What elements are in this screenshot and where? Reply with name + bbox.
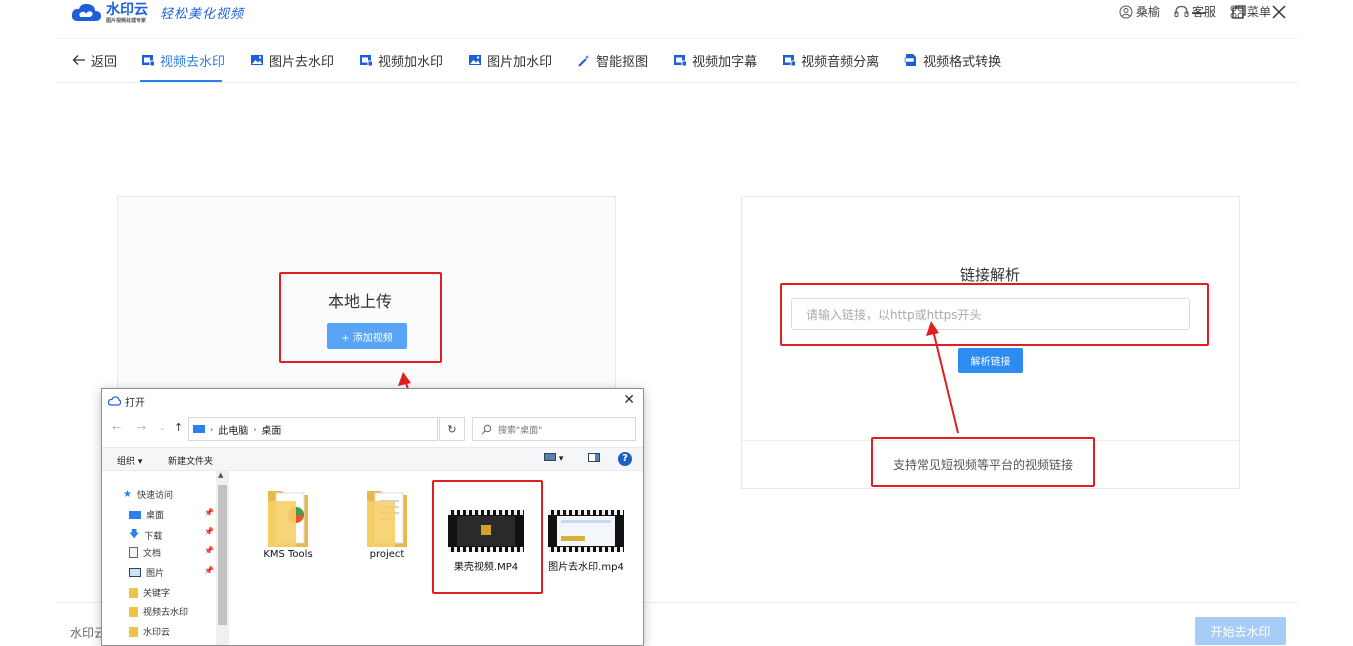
document-icon [129, 547, 138, 558]
nav-item-desktop[interactable]: 桌面 [129, 508, 164, 521]
file-name: project [369, 549, 405, 560]
folder-icon [266, 485, 310, 549]
chevron-up-icon[interactable]: ▲ [218, 471, 223, 479]
nav-item-label: 水印云 [143, 628, 171, 638]
download-icon: 🡇 [129, 529, 140, 540]
dialog-titlebar: 打开 [102, 389, 643, 413]
forward-arrow-icon[interactable]: → [137, 421, 146, 434]
scrollbar-thumb[interactable] [218, 485, 227, 625]
open-file-dialog: 打开 ✕ ← → ⌄ ↑ › 此电脑 › 桌面 ↻ 搜索"桌面" 组织 ▾ 新建… [101, 388, 644, 646]
search-icon [481, 424, 492, 434]
pc-icon [193, 425, 205, 433]
start-remove-watermark-button[interactable]: 开始去水印 [1195, 617, 1286, 645]
help-icon[interactable]: ? [618, 452, 632, 466]
pin-icon: 📌 [204, 508, 214, 517]
star-icon: ★ [123, 489, 132, 500]
nav-item-label: 下载 [144, 532, 163, 542]
nav-item-label: 视频去水印 [143, 608, 189, 618]
file-list: KMS Tools project 果壳视频.MP4 图片去水印.mp4 [230, 471, 643, 645]
folder-icon [129, 626, 138, 637]
file-item-folder[interactable]: KMS Tools [243, 485, 333, 560]
breadcrumb-item[interactable]: 此电脑 [218, 422, 248, 437]
pin-icon: 📌 [204, 527, 214, 536]
file-item-folder[interactable]: project [342, 485, 432, 560]
breadcrumb-item[interactable]: 桌面 [261, 422, 281, 437]
file-name: KMS Tools [263, 549, 313, 560]
picture-icon [129, 568, 141, 577]
file-item-video[interactable]: 图片去水印.mp4 [541, 510, 631, 573]
video-thumbnail-icon [548, 510, 624, 552]
folder-icon [365, 485, 409, 549]
organize-menu[interactable]: 组织 ▾ [117, 454, 142, 467]
nav-item-folder[interactable]: 关键字 [129, 586, 170, 599]
pin-icon: 📌 [204, 546, 214, 555]
nav-item-label: 文档 [143, 549, 162, 559]
nav-item-quick-access[interactable]: ★ 快速访问 [123, 488, 173, 501]
arrow-up-icon [926, 321, 959, 434]
up-arrow-icon[interactable]: ↑ [174, 421, 183, 434]
chevron-down-icon[interactable]: ⌄ [159, 423, 166, 432]
close-icon[interactable]: ✕ [623, 392, 635, 408]
nav-item-folder[interactable]: 水印云 [129, 625, 170, 638]
search-placeholder: 搜索"桌面" [498, 425, 543, 436]
address-bar-row: ← → ⌄ ↑ › 此电脑 › 桌面 ↻ 搜索"桌面" [102, 416, 643, 442]
folder-icon [129, 587, 138, 598]
pin-icon: 📌 [204, 566, 214, 575]
command-bar: 组织 ▾ 新建文件夹 ▾ ? [102, 447, 643, 471]
nav-item-label: 桌面 [146, 511, 165, 521]
nav-item-folder[interactable]: 视频去水印 [129, 605, 188, 618]
breadcrumb[interactable]: › 此电脑 › 桌面 [188, 417, 438, 441]
folder-icon [129, 606, 138, 617]
file-name: 图片去水印.mp4 [548, 562, 624, 573]
search-input[interactable]: 搜索"桌面" [472, 417, 636, 441]
nav-item-label: 快速访问 [136, 491, 173, 501]
back-arrow-icon[interactable]: ← [112, 421, 121, 434]
dialog-title: 打开 [125, 397, 145, 409]
nav-item-pictures[interactable]: 图片 [129, 566, 164, 579]
view-options-icon[interactable]: ▾ [544, 453, 563, 464]
nav-item-documents[interactable]: 文档 [129, 546, 161, 559]
navigation-pane: ★ 快速访问 桌面 📌 🡇 下载 📌 文档 📌 图片 📌 关键字 视频去水印 水… [102, 471, 229, 645]
nav-item-label: 关键字 [143, 589, 171, 599]
desktop-icon [129, 510, 141, 519]
annotation-box-video-file [432, 480, 543, 594]
nav-scrollbar[interactable]: ▲ [216, 471, 229, 645]
new-folder-button[interactable]: 新建文件夹 [168, 454, 213, 467]
preview-pane-icon[interactable] [588, 453, 600, 465]
nav-item-downloads[interactable]: 🡇 下载 [129, 527, 162, 544]
cloud-logo-icon [108, 396, 121, 406]
nav-item-label: 图片 [146, 569, 165, 579]
refresh-icon[interactable]: ↻ [439, 417, 465, 441]
